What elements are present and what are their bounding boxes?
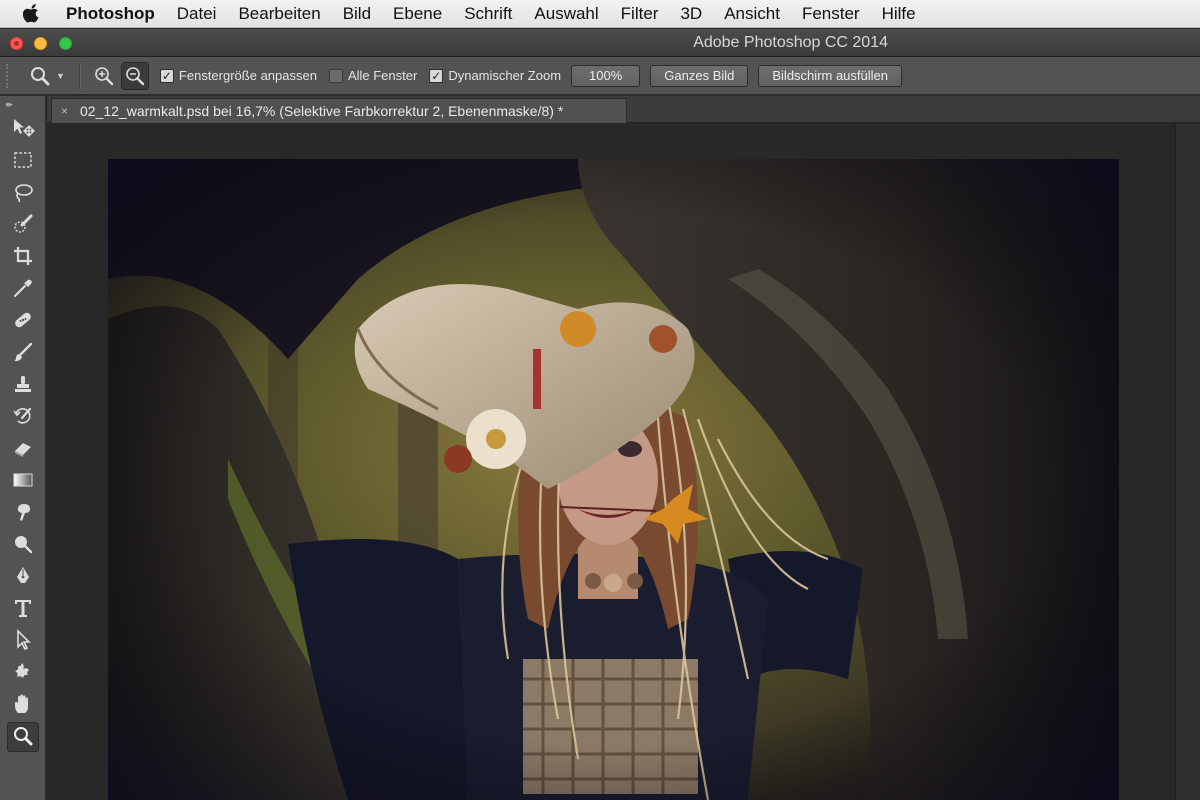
- menu-bild[interactable]: Bild: [332, 0, 382, 28]
- menu-filter[interactable]: Filter: [610, 0, 670, 28]
- healing-brush-icon: [15, 312, 31, 328]
- pen-icon: [17, 567, 29, 583]
- path-selection-icon: [17, 629, 31, 651]
- options-bar-grip[interactable]: [6, 63, 16, 88]
- window-title-bar: Adobe Photoshop CC 2014: [0, 29, 1200, 57]
- menu-bearbeiten[interactable]: Bearbeiten: [227, 0, 331, 28]
- zoom-100-button[interactable]: 100%: [571, 64, 641, 87]
- tool-path-selection[interactable]: [0, 624, 46, 656]
- marquee-icon: [14, 152, 32, 168]
- clone-stamp-icon: [15, 376, 31, 392]
- resize-windows-label: Fenstergröße anpassen: [178, 68, 317, 83]
- tool-history-brush[interactable]: [0, 400, 46, 432]
- document-tab[interactable]: × 02_12_warmkalt.psd bei 16,7% (Selektiv…: [51, 98, 627, 123]
- checkbox-unchecked-icon: [328, 68, 343, 83]
- menu-schrift[interactable]: Schrift: [453, 0, 523, 28]
- smudge-icon: [17, 504, 30, 521]
- right-panel-edge: [1175, 124, 1200, 800]
- menu-app-photoshop[interactable]: Photoshop: [50, 0, 166, 28]
- apple-icon[interactable]: [12, 0, 50, 28]
- custom-shape-icon: [15, 663, 29, 678]
- menu-ebene[interactable]: Ebene: [382, 0, 453, 28]
- tool-preset-picker[interactable]: ▼: [30, 66, 65, 86]
- tool-type[interactable]: [0, 592, 46, 624]
- tool-marquee[interactable]: [0, 144, 46, 176]
- tool-custom-shape[interactable]: [0, 656, 46, 688]
- menu-datei[interactable]: Datei: [166, 0, 228, 28]
- window-title: Adobe Photoshop CC 2014: [693, 34, 888, 51]
- menu-3d[interactable]: 3D: [669, 0, 713, 28]
- divider: [78, 62, 80, 89]
- scrubby-zoom-label: Dynamischer Zoom: [448, 68, 562, 83]
- tools-panel: ▸▸: [0, 96, 46, 800]
- brush-icon: [14, 342, 33, 362]
- menu-auswahl[interactable]: Auswahl: [523, 0, 609, 28]
- document-canvas-image[interactable]: [108, 159, 1119, 800]
- quick-selection-icon: [14, 214, 33, 233]
- tool-lasso[interactable]: [0, 176, 46, 208]
- tool-clone-stamp[interactable]: [0, 368, 46, 400]
- menu-fenster[interactable]: Fenster: [791, 0, 871, 28]
- menu-hilfe[interactable]: Hilfe: [871, 0, 927, 28]
- crop-icon: [14, 247, 32, 265]
- resize-windows-checkbox[interactable]: ✓ Fenstergröße anpassen: [159, 68, 317, 83]
- scarecrow-photo: [108, 159, 1119, 800]
- tool-hand[interactable]: [0, 688, 46, 720]
- dodge-icon: [15, 536, 33, 554]
- eraser-icon: [15, 443, 31, 457]
- tool-dodge[interactable]: [0, 528, 46, 560]
- tool-move[interactable]: [0, 112, 46, 144]
- chevron-down-icon: ▼: [56, 70, 65, 81]
- tool-healing-brush[interactable]: [0, 304, 46, 336]
- close-icon[interactable]: ×: [61, 104, 68, 118]
- tool-eraser[interactable]: [0, 432, 46, 464]
- tool-gradient[interactable]: [0, 464, 46, 496]
- zoom-in-icon: [95, 66, 114, 85]
- eyedropper-icon: [13, 279, 32, 298]
- tool-smudge[interactable]: [0, 496, 46, 528]
- document-tab-title: 02_12_warmkalt.psd bei 16,7% (Selektive …: [80, 103, 564, 119]
- macos-menu-bar: Photoshop Datei Bearbeiten Bild Ebene Sc…: [0, 0, 1200, 28]
- all-windows-checkbox[interactable]: Alle Fenster: [328, 68, 418, 83]
- fit-screen-button[interactable]: Ganzes Bild: [650, 64, 749, 87]
- move-icon: [14, 119, 35, 137]
- gradient-icon: [13, 473, 33, 487]
- zoom-tool-icon: [31, 66, 50, 85]
- hand-icon: [15, 694, 28, 713]
- tool-eyedropper[interactable]: [0, 272, 46, 304]
- history-brush-icon: [13, 407, 32, 424]
- tool-pen[interactable]: [0, 560, 46, 592]
- zoom-out-button[interactable]: [120, 61, 149, 90]
- lasso-icon: [15, 184, 33, 203]
- checkmark-icon: ✓: [429, 68, 444, 83]
- collapse-arrows-icon[interactable]: ▸▸: [0, 96, 45, 112]
- tool-zoom[interactable]: [0, 720, 46, 752]
- menu-ansicht[interactable]: Ansicht: [713, 0, 791, 28]
- scrubby-zoom-checkbox[interactable]: ✓ Dynamischer Zoom: [429, 68, 561, 83]
- zoom-in-button[interactable]: [90, 62, 118, 90]
- zoom-icon: [14, 727, 33, 746]
- tool-quick-selection[interactable]: [0, 208, 46, 240]
- tool-brush[interactable]: [0, 336, 46, 368]
- checkmark-icon: ✓: [159, 68, 174, 83]
- all-windows-label: Alle Fenster: [347, 68, 418, 83]
- fill-screen-button[interactable]: Bildschirm ausfüllen: [758, 64, 902, 87]
- type-icon: [15, 600, 31, 617]
- zoom-out-icon: [126, 66, 145, 85]
- tool-crop[interactable]: [0, 240, 46, 272]
- document-tab-bar: × 02_12_warmkalt.psd bei 16,7% (Selektiv…: [47, 96, 1200, 123]
- tool-options-bar: ▼ ✓ Fenstergröße anpassen Alle Fenster ✓…: [0, 57, 1200, 95]
